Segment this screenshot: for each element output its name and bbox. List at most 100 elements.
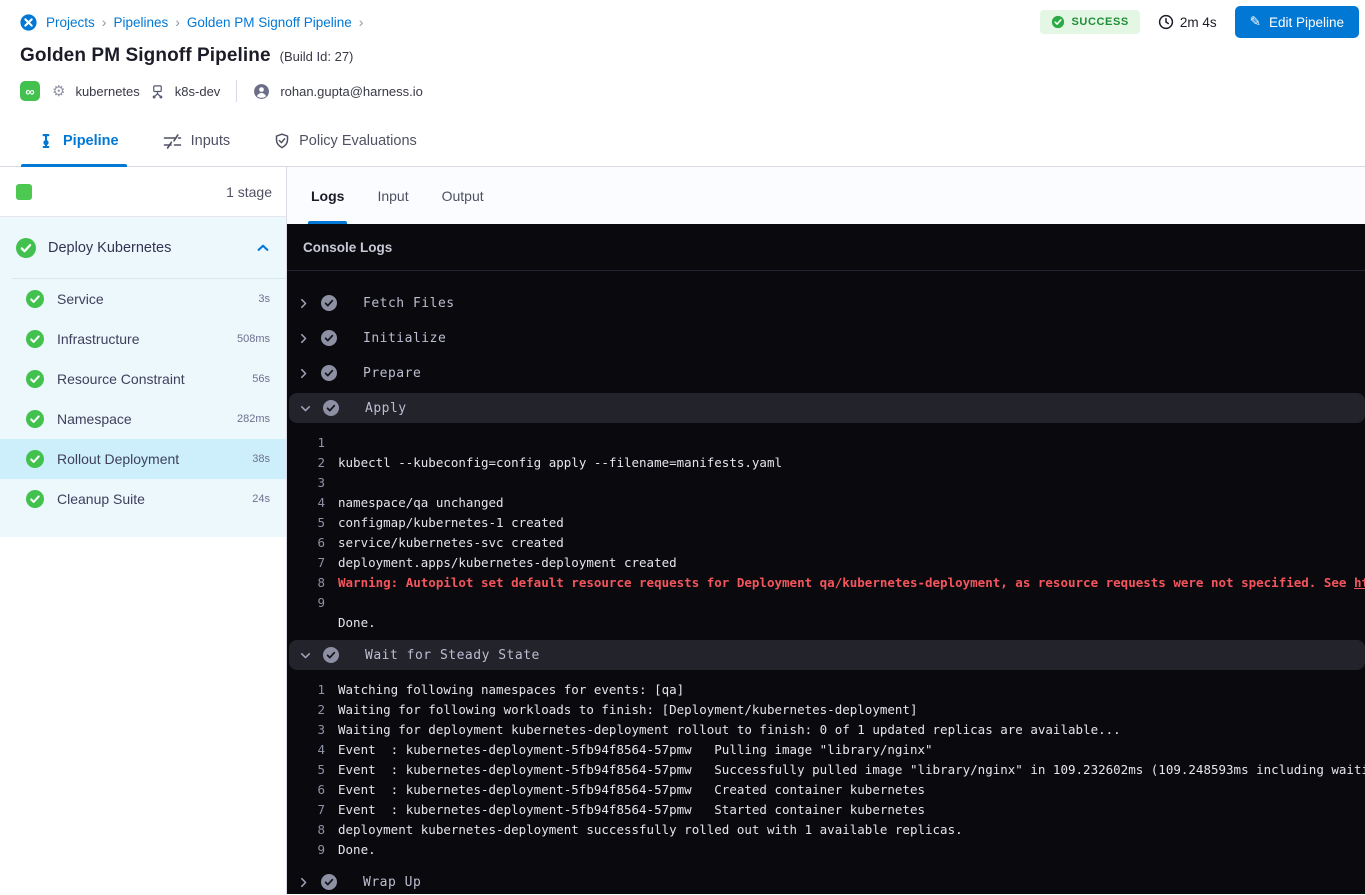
build-id: (Build Id: 27) bbox=[280, 49, 354, 64]
step-name: Rollout Deployment bbox=[57, 451, 239, 467]
step-row-infrastructure[interactable]: Infrastructure508ms bbox=[0, 319, 286, 359]
user-icon bbox=[253, 83, 270, 100]
log-section-body: 12kubectl --kubeconfig=config apply --fi… bbox=[287, 428, 1365, 640]
chevron-right-icon[interactable] bbox=[296, 877, 310, 888]
log-line-number: 9 bbox=[287, 593, 325, 613]
section-title: Wrap Up bbox=[363, 875, 421, 890]
log-section-header-apply[interactable]: Apply bbox=[289, 393, 1365, 423]
log-line-link[interactable]: http://g bbox=[1354, 575, 1365, 590]
stage-count-row: 1 stage bbox=[0, 167, 286, 217]
log-section-header-prepare[interactable]: Prepare bbox=[287, 358, 1365, 388]
log-line-number: 1 bbox=[287, 433, 325, 453]
success-check-icon bbox=[1051, 15, 1065, 29]
step-list: Service3sInfrastructure508msResource Con… bbox=[0, 279, 286, 519]
inputs-icon bbox=[163, 134, 182, 149]
tab-policy-evaluations-label: Policy Evaluations bbox=[299, 133, 417, 149]
log-line-number: 5 bbox=[287, 760, 325, 780]
log-line-number bbox=[287, 613, 325, 633]
edit-pipeline-label: Edit Pipeline bbox=[1269, 15, 1344, 30]
breadcrumb-pipelines[interactable]: Pipelines bbox=[113, 15, 168, 30]
cd-module-icon: ∞ bbox=[20, 81, 40, 101]
tab-logs[interactable]: Logs bbox=[311, 167, 344, 224]
log-line-number: 4 bbox=[287, 740, 325, 760]
step-row-resource-constraint[interactable]: Resource Constraint56s bbox=[0, 359, 286, 399]
log-line: 9Done. bbox=[287, 840, 1365, 860]
console-logs-title: Console Logs bbox=[303, 240, 392, 255]
step-name: Resource Constraint bbox=[57, 371, 239, 387]
stage-header-deploy-kubernetes[interactable]: Deploy Kubernetes bbox=[0, 217, 286, 279]
breadcrumb-pipeline-name[interactable]: Golden PM Signoff Pipeline bbox=[187, 15, 352, 30]
chevron-up-icon[interactable] bbox=[256, 241, 270, 255]
step-name: Infrastructure bbox=[57, 331, 224, 347]
chevron-right-icon[interactable] bbox=[296, 368, 310, 379]
tab-pipeline[interactable]: Pipeline bbox=[38, 116, 119, 166]
log-line: 1 bbox=[287, 433, 1365, 453]
step-duration: 282ms bbox=[237, 413, 270, 425]
chevron-right-icon[interactable] bbox=[296, 333, 310, 344]
log-line-text: deployment.apps/kubernetes-deployment cr… bbox=[338, 553, 677, 573]
log-section-header-wrap-up[interactable]: Wrap Up bbox=[287, 867, 1365, 894]
log-line: 2kubectl --kubeconfig=config apply --fil… bbox=[287, 453, 1365, 473]
main-content: 1 stage Deploy Kubernetes Service3sInfra… bbox=[0, 167, 1365, 894]
tab-policy-evaluations[interactable]: Policy Evaluations bbox=[274, 116, 417, 166]
log-line-text: Watching following namespaces for events… bbox=[338, 680, 684, 700]
log-line-number: 7 bbox=[287, 553, 325, 573]
log-line: 3Waiting for deployment kubernetes-deplo… bbox=[287, 720, 1365, 740]
log-line: 8deployment kubernetes-deployment succes… bbox=[287, 820, 1365, 840]
log-line: 5 Event : kubernetes-deployment-5fb94f856… bbox=[287, 760, 1365, 780]
log-section-header-initialize[interactable]: Initialize bbox=[287, 323, 1365, 353]
chevron-right-icon[interactable] bbox=[296, 298, 310, 309]
environment-icon bbox=[150, 84, 165, 99]
log-line-text: configmap/kubernetes-1 created bbox=[338, 513, 564, 533]
pipeline-icon bbox=[38, 133, 54, 149]
edit-pipeline-button[interactable]: ✎ Edit Pipeline bbox=[1235, 6, 1359, 38]
log-tab-bar: Logs Input Output bbox=[287, 167, 1365, 224]
user-email[interactable]: rohan.gupta@harness.io bbox=[280, 84, 423, 99]
stage-section: Deploy Kubernetes Service3sInfrastructur… bbox=[0, 217, 286, 537]
log-line-text: Done. bbox=[338, 613, 376, 633]
step-row-namespace[interactable]: Namespace282ms bbox=[0, 399, 286, 439]
stage-count: 1 stage bbox=[226, 184, 272, 200]
console-logs-header: Console Logs bbox=[287, 224, 1365, 271]
log-section-header-fetch-files[interactable]: Fetch Files bbox=[287, 288, 1365, 318]
log-line-text: Event : kubernetes-deployment-5fb94f8564… bbox=[338, 780, 925, 800]
step-success-icon bbox=[26, 330, 44, 348]
duration: 2m 4s bbox=[1158, 14, 1217, 30]
environment-name[interactable]: k8s-dev bbox=[175, 84, 221, 99]
log-sections: Fetch Files Initialize Prepare Apply 12kubec… bbox=[287, 271, 1365, 894]
log-line-number: 4 bbox=[287, 493, 325, 513]
page-title: Golden PM Signoff Pipeline bbox=[20, 45, 271, 67]
service-name[interactable]: kubernetes bbox=[75, 84, 139, 99]
chevron-down-icon[interactable] bbox=[298, 403, 312, 414]
step-row-service[interactable]: Service3s bbox=[0, 279, 286, 319]
log-line-text: namespace/qa unchanged bbox=[338, 493, 504, 513]
chevron-down-icon[interactable] bbox=[298, 650, 312, 661]
section-title: Fetch Files bbox=[363, 296, 455, 311]
status-label: SUCCESS bbox=[1071, 16, 1128, 28]
log-line-text: Event : kubernetes-deployment-5fb94f8564… bbox=[338, 800, 925, 820]
breadcrumb-separator: › bbox=[359, 14, 364, 30]
log-line: 2Waiting for following workloads to fini… bbox=[287, 700, 1365, 720]
breadcrumb-projects[interactable]: Projects bbox=[46, 15, 95, 30]
log-line-text: Event : kubernetes-deployment-5fb94f8564… bbox=[338, 760, 1365, 780]
log-line: 6service/kubernetes-svc created bbox=[287, 533, 1365, 553]
log-line: 5configmap/kubernetes-1 created bbox=[287, 513, 1365, 533]
log-line: 6Event : kubernetes-deployment-5fb94f856… bbox=[287, 780, 1365, 800]
tab-output[interactable]: Output bbox=[442, 167, 484, 224]
title-row: Golden PM Signoff Pipeline (Build Id: 27… bbox=[20, 45, 1365, 67]
log-line-text: deployment kubernetes-deployment success… bbox=[338, 820, 963, 840]
step-row-rollout-deployment[interactable]: Rollout Deployment38s bbox=[0, 439, 286, 479]
log-line-text: Event : kubernetes-deployment-5fb94f8564… bbox=[338, 740, 933, 760]
tab-inputs[interactable]: Inputs bbox=[163, 116, 231, 166]
log-line: 4 namespace/qa unchanged bbox=[287, 493, 1365, 513]
breadcrumb: Projects › Pipelines › Golden PM Signoff… bbox=[20, 12, 1365, 32]
log-line-text: service/kubernetes-svc created bbox=[338, 533, 564, 553]
log-section-header-wait-for-steady-state[interactable]: Wait for Steady State bbox=[289, 640, 1365, 670]
duration-value: 2m 4s bbox=[1180, 15, 1217, 30]
stage-success-icon bbox=[16, 238, 36, 258]
stage-status-square[interactable] bbox=[16, 184, 32, 200]
step-row-cleanup-suite[interactable]: Cleanup Suite24s bbox=[0, 479, 286, 519]
section-success-icon bbox=[321, 295, 337, 311]
harness-logo-icon[interactable] bbox=[20, 14, 37, 31]
tab-input[interactable]: Input bbox=[377, 167, 408, 224]
